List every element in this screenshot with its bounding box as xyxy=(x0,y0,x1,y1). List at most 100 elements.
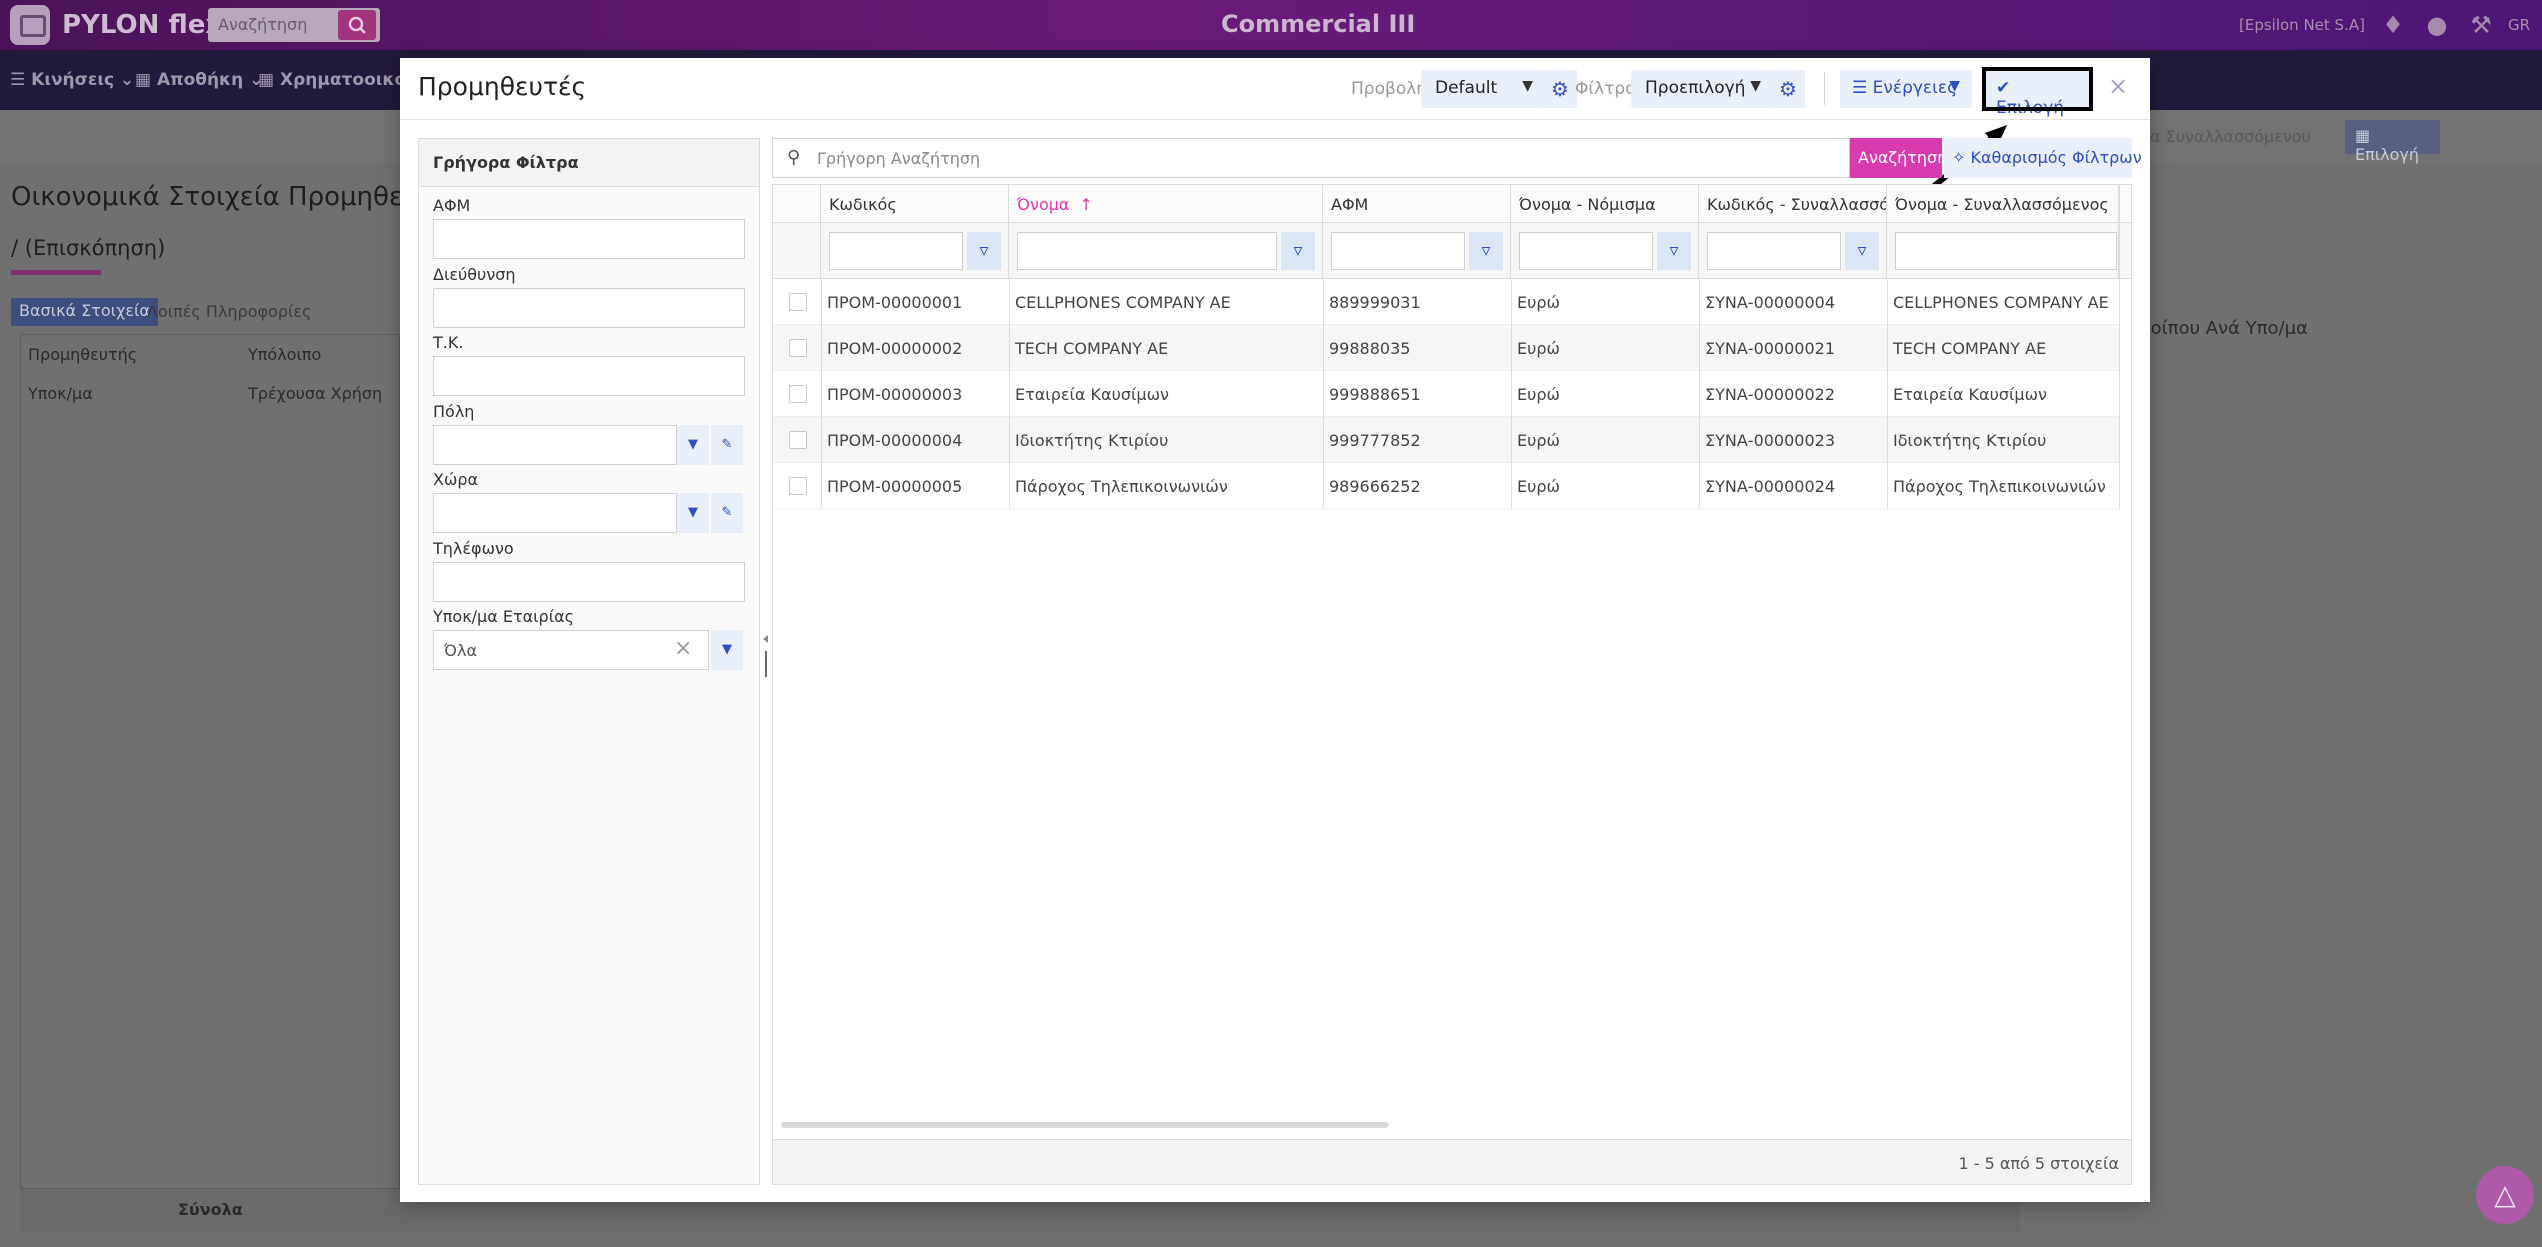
cell-code: ΠΡΟΜ-00000003 xyxy=(827,385,963,404)
row-checkbox[interactable] xyxy=(789,477,807,495)
filter-icon[interactable]: ▿ xyxy=(1657,232,1691,270)
chart-icon[interactable]: △ xyxy=(2476,1166,2534,1224)
user-icon[interactable]: ● xyxy=(2422,10,2452,40)
cell-partner-code: ΣΥΝΑ-00000022 xyxy=(1705,385,1836,404)
column-header-afm[interactable]: ΑΦΜ xyxy=(1323,185,1511,223)
branch-select[interactable]: Όλα xyxy=(433,630,709,670)
phone-field[interactable] xyxy=(433,562,745,602)
zip-field[interactable] xyxy=(433,356,745,396)
filter-input-partner-name[interactable] xyxy=(1895,232,2117,270)
pencil-icon[interactable]: ✎ xyxy=(711,425,743,465)
column-header-partner-code[interactable]: Κωδικός - Συναλλασσό... xyxy=(1699,185,1887,223)
row-checkbox[interactable] xyxy=(789,385,807,403)
nav-kiniseis[interactable]: ☰ Κινήσεις ⌄ xyxy=(10,70,134,90)
select-all-column[interactable] xyxy=(773,185,821,223)
header-divider xyxy=(1824,72,1825,106)
table-row[interactable]: ΠΡΟΜ-00000002 TECH COMPANY AE 99888035 Ε… xyxy=(773,325,2119,371)
cell-partner-name: Πάροχος Τηλεπικοινωνιών xyxy=(1893,477,2106,496)
select-button[interactable]: ✔ Επιλογή xyxy=(1982,67,2093,118)
quick-search-input[interactable]: ⚲ Γρήγορη Αναζήτηση xyxy=(772,138,1850,178)
filter-input-name[interactable] xyxy=(1017,232,1277,270)
filters-select[interactable]: Προεπιλογή ▼ xyxy=(1631,70,1771,108)
filter-cell-partner-name xyxy=(1887,223,2119,279)
language-switch[interactable]: GR xyxy=(2508,16,2530,34)
filter-input-partner-code[interactable] xyxy=(1707,232,1841,270)
filter-input-currency[interactable] xyxy=(1519,232,1653,270)
quick-search-placeholder: Γρήγορη Αναζήτηση xyxy=(817,149,981,168)
bg-col-balance: Υπόλοιπο xyxy=(248,345,322,364)
cell-currency: Ευρώ xyxy=(1517,477,1560,496)
table-row[interactable]: ΠΡΟΜ-00000001 CELLPHONES COMPANY AE 8899… xyxy=(773,279,2119,325)
close-icon[interactable]: × xyxy=(2108,72,2128,100)
filter-icon[interactable]: ▿ xyxy=(967,232,1001,270)
filter-icon[interactable]: ▿ xyxy=(1281,232,1315,270)
search-button[interactable]: Αναζήτηση xyxy=(1850,138,1947,178)
table-row[interactable]: ΠΡΟΜ-00000005 Πάροχος Τηλεπικοινωνιών 98… xyxy=(773,463,2119,509)
cell-afm: 989666252 xyxy=(1329,477,1421,496)
country-field[interactable] xyxy=(433,493,677,533)
collapse-handle-icon[interactable] xyxy=(762,633,770,683)
afm-field[interactable] xyxy=(433,219,745,259)
table-row[interactable]: ΠΡΟΜ-00000003 Εταιρεία Καυσίμων 99988865… xyxy=(773,371,2119,417)
column-divider xyxy=(821,279,822,509)
phone-label: Τηλέφωνο xyxy=(433,539,514,558)
address-field[interactable] xyxy=(433,288,745,328)
suppliers-grid: Κωδικός Όνομα ↑ ΑΦΜ Όνομα - Νόμισμα Κωδικ… xyxy=(772,184,2132,1185)
nav-apothiki[interactable]: ▦ Αποθήκη ⌄ xyxy=(135,70,263,90)
row-checkbox[interactable] xyxy=(789,431,807,449)
column-header-partner-name[interactable]: Όνομα - Συναλλασσόμενος xyxy=(1887,185,2119,223)
column-header-currency[interactable]: Όνομα - Νόμισμα xyxy=(1511,185,1699,223)
horizontal-scrollbar[interactable] xyxy=(781,1122,1389,1128)
caret-down-icon: ▼ xyxy=(1949,78,1960,94)
zip-label: Τ.Κ. xyxy=(433,333,464,352)
filter-input-afm[interactable] xyxy=(1331,232,1465,270)
column-divider xyxy=(1009,279,1010,509)
chevron-down-icon[interactable]: ▼ xyxy=(677,425,709,465)
view-select[interactable]: Default ▼ xyxy=(1421,70,1543,108)
sort-ascending-icon: ↑ xyxy=(1079,195,1093,214)
bell-icon[interactable]: ♦ xyxy=(2378,10,2408,40)
cell-name: Ιδιοκτήτης Κτιρίου xyxy=(1015,431,1169,450)
search-icon: ⚲ xyxy=(787,147,801,168)
filter-icon[interactable]: ▿ xyxy=(1845,232,1879,270)
filter-cell-code: ▿ xyxy=(821,223,1009,279)
caret-down-icon: ▼ xyxy=(1750,78,1761,94)
table-row[interactable]: ΠΡΟΜ-00000004 Ιδιοκτήτης Κτιρίου 9997778… xyxy=(773,417,2119,463)
top-search-button[interactable] xyxy=(338,10,376,40)
chevron-down-icon[interactable]: ▼ xyxy=(711,630,743,670)
pager-summary: 1 - 5 από 5 στοιχεία xyxy=(1958,1154,2119,1173)
cell-currency: Ευρώ xyxy=(1517,385,1560,404)
gear-icon[interactable]: ⚙ xyxy=(1771,70,1805,108)
cell-afm: 999888651 xyxy=(1329,385,1421,404)
row-checkbox[interactable] xyxy=(789,339,807,357)
city-field[interactable] xyxy=(433,425,677,465)
bg-totals-label: Σύνολα xyxy=(178,1200,243,1219)
column-header-name[interactable]: Όνομα ↑ xyxy=(1009,185,1323,223)
menu-icon: ☰ xyxy=(1852,78,1868,98)
clear-icon[interactable]: × xyxy=(674,636,692,661)
clear-filters-button[interactable]: ✧ Καθαρισμός Φίλτρων xyxy=(1944,138,2142,178)
cell-partner-code: ΣΥΝΑ-00000021 xyxy=(1705,339,1836,358)
tab-other-info[interactable]: Λοιπές Πληροφορίες xyxy=(147,302,311,321)
filter-icon[interactable]: ▿ xyxy=(1469,232,1503,270)
column-divider xyxy=(2119,185,2120,509)
page-subtitle: / (Επισκόπηση) xyxy=(11,236,166,260)
tools-icon[interactable]: ⚒ xyxy=(2466,10,2496,40)
cell-currency: Ευρώ xyxy=(1517,431,1560,450)
filter-cell-partner-code: ▿ xyxy=(1699,223,1887,279)
chevron-down-icon[interactable]: ▼ xyxy=(677,493,709,533)
filter-input-code[interactable] xyxy=(829,232,963,270)
cell-partner-name: TECH COMPANY AE xyxy=(1893,339,2047,358)
column-header-code[interactable]: Κωδικός xyxy=(821,185,1009,223)
background-table xyxy=(20,334,400,1190)
row-checkbox[interactable] xyxy=(789,293,807,311)
pencil-icon[interactable]: ✎ xyxy=(711,493,743,533)
gear-icon[interactable]: ⚙ xyxy=(1543,70,1577,108)
app-logo-icon[interactable] xyxy=(10,5,50,45)
column-divider xyxy=(1699,279,1700,509)
search-icon xyxy=(348,16,366,34)
company-name[interactable]: [Epsilon Net S.A] xyxy=(2239,16,2365,34)
city-label: Πόλη xyxy=(433,402,475,421)
bg-select-button[interactable]: ▦ Επιλογή xyxy=(2345,120,2440,164)
tab-basic-info[interactable]: Βασικά Στοιχεία xyxy=(11,298,158,326)
